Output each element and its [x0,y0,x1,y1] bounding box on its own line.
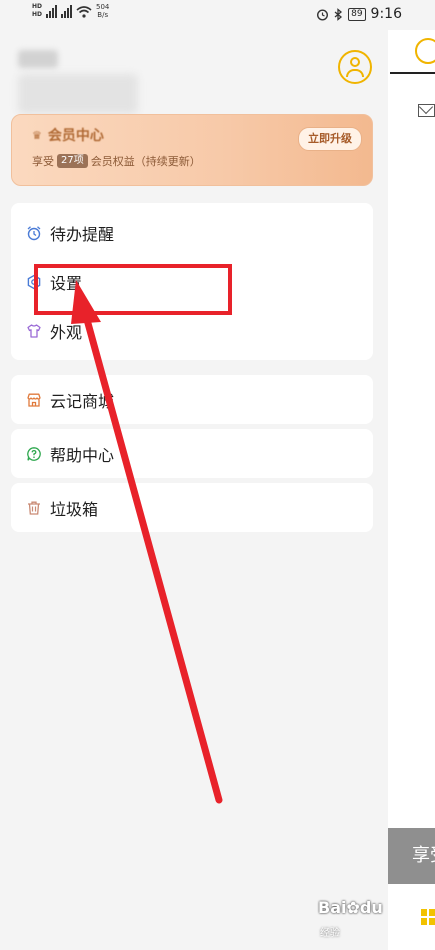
arrow-shaft [82,312,223,804]
watermark-text: Bai [318,898,347,917]
paw-icon: ✿ [346,898,360,917]
watermark: Bai✿du [318,898,383,917]
watermark-paw-text: du [359,898,383,917]
annotation-overlay [34,264,232,804]
highlight-box [34,264,232,315]
arrow-head [71,280,101,324]
watermark-sub: 经验 [320,928,340,939]
